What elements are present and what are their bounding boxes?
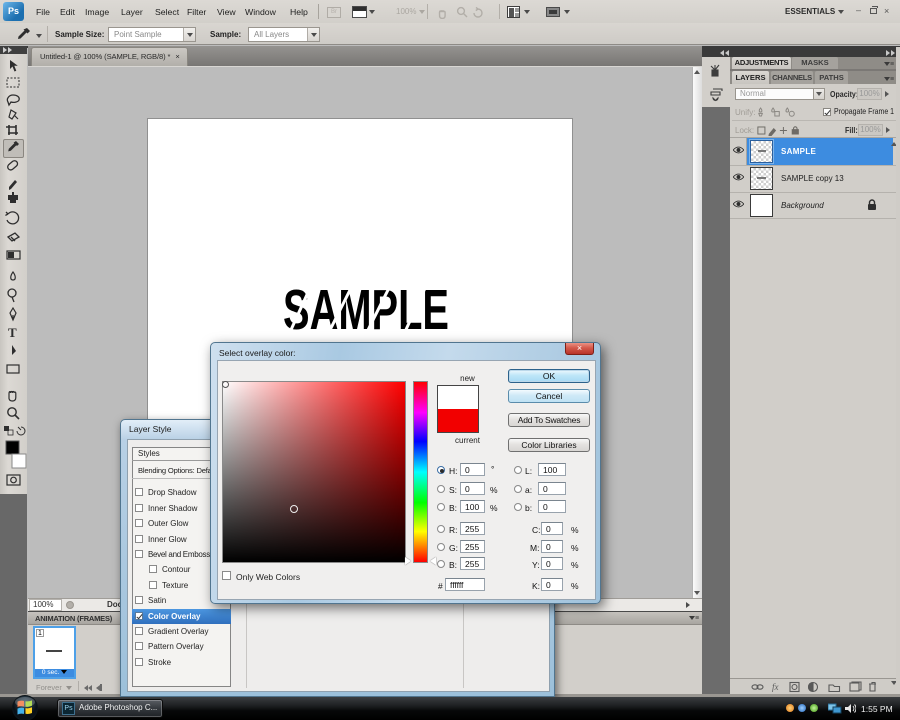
svg-text:fx: fx	[772, 682, 779, 692]
svg-text:T: T	[8, 325, 17, 340]
